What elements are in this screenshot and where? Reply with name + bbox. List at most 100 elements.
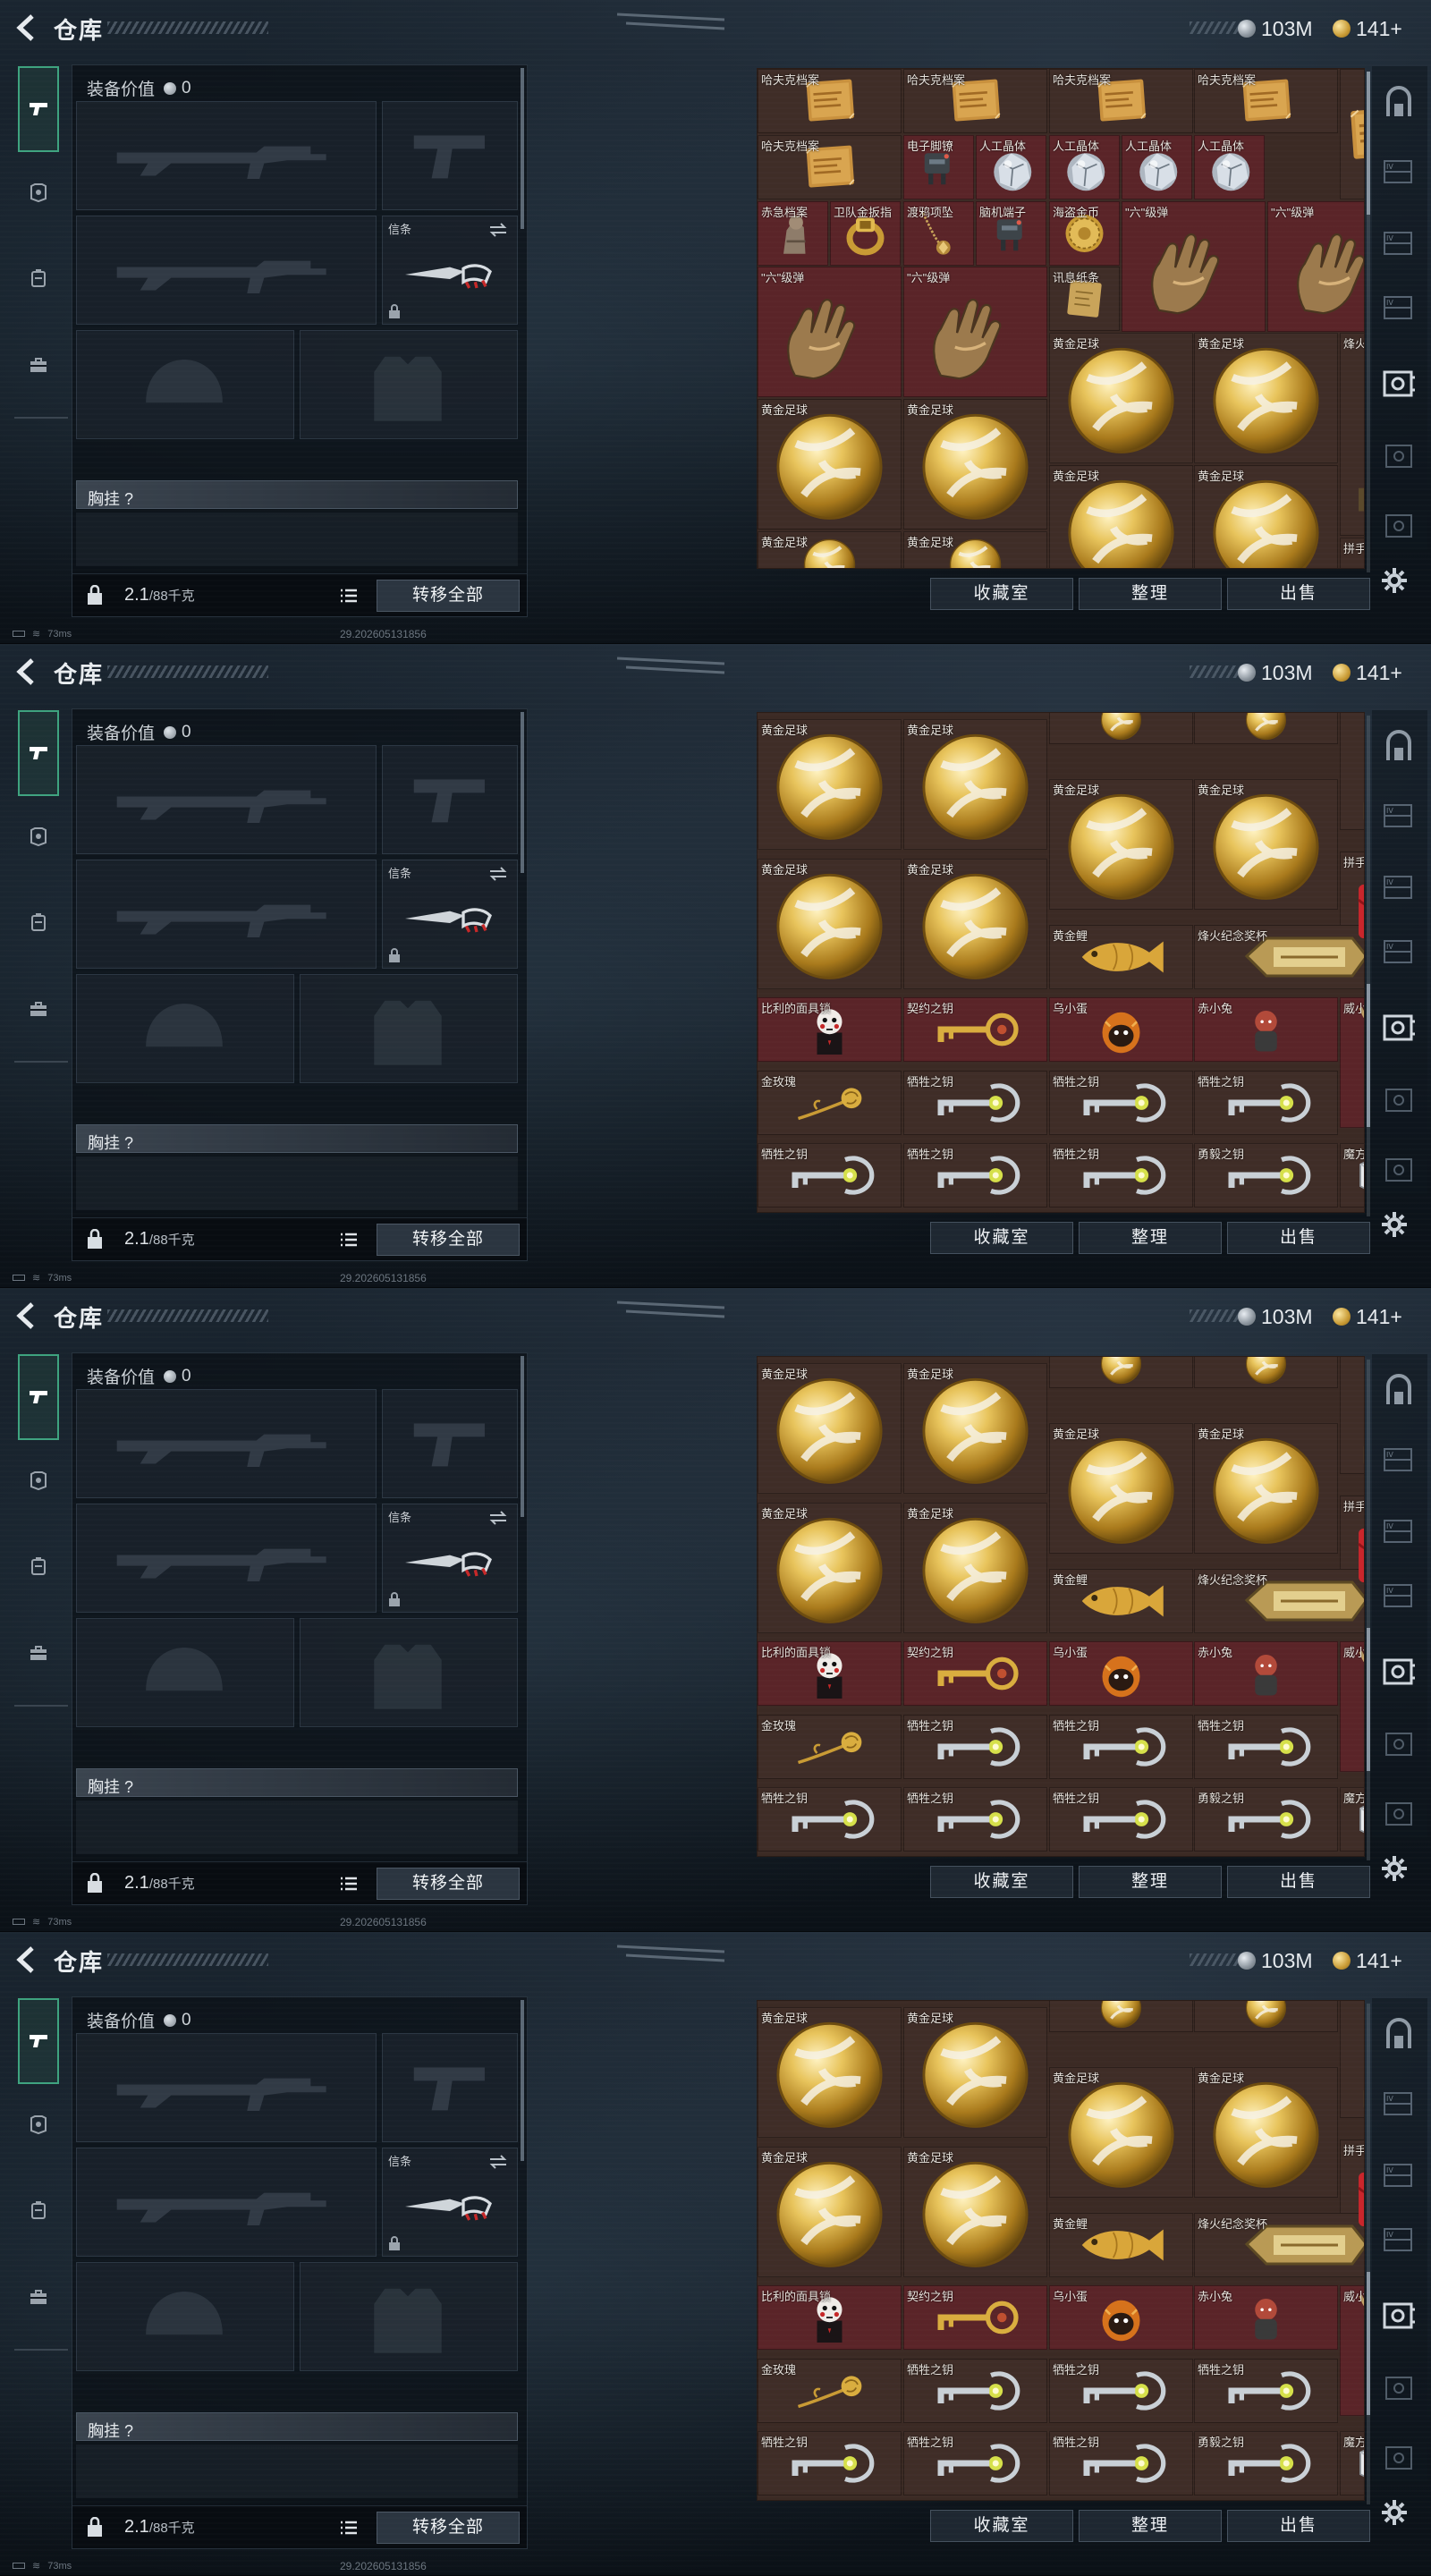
chest-rig-slots[interactable]: [76, 1801, 518, 1854]
warehouse-item[interactable]: 拼手气红包: [1340, 538, 1364, 568]
warehouse-item[interactable]: [1049, 713, 1193, 744]
chest-rig-section[interactable]: 胸挂 ?: [76, 1124, 518, 1153]
warehouse-item[interactable]: 电子脚镣: [903, 135, 974, 199]
warehouse-item[interactable]: 乌小蛋: [1049, 1641, 1193, 1706]
warehouse-item[interactable]: 勇毅之钥: [1194, 1143, 1338, 1208]
warehouse-item[interactable]: 黄金鲤: [1049, 925, 1193, 989]
melee-slot[interactable]: 信条: [382, 216, 518, 325]
warehouse-scrollbar-thumb[interactable]: [1367, 2272, 1370, 2415]
warehouse-item[interactable]: 牺牲之钥: [903, 2359, 1047, 2423]
warehouse-item[interactable]: 牺牲之钥: [903, 2431, 1047, 2496]
silver-currency[interactable]: 103M: [1238, 659, 1313, 686]
warehouse-item[interactable]: 黄金足球: [903, 2007, 1047, 2138]
pistol-tab[interactable]: [18, 66, 59, 152]
pistol-slot[interactable]: [382, 1389, 518, 1498]
warehouse-item[interactable]: [1194, 713, 1338, 744]
warehouse-item[interactable]: 烽火纪念奖杯: [1194, 1569, 1364, 1633]
warehouse-item[interactable]: 金玫瑰: [758, 1715, 902, 1779]
backpack-tab[interactable]: [18, 2191, 59, 2233]
storage-safe-1[interactable]: [1379, 728, 1418, 767]
warehouse-item[interactable]: 渡鸦项坠: [903, 201, 974, 266]
organize-button[interactable]: 整理: [1079, 1222, 1222, 1254]
collection-room-button[interactable]: 收藏室: [930, 578, 1073, 610]
warehouse-item[interactable]: 牺牲之钥: [758, 1143, 902, 1208]
collection-room-button[interactable]: 收藏室: [930, 1866, 1073, 1898]
sell-button[interactable]: 出售: [1227, 1866, 1370, 1898]
primary-weapon-slot[interactable]: [76, 101, 377, 210]
pistol-slot[interactable]: [382, 101, 518, 210]
transfer-all-button[interactable]: 转移全部: [377, 1224, 520, 1256]
warehouse-item[interactable]: [1194, 1357, 1338, 1388]
warehouse-item[interactable]: 卫队金扳指: [830, 201, 901, 266]
silver-currency[interactable]: 103M: [1238, 15, 1313, 42]
warehouse-item[interactable]: 黄金足球: [1049, 465, 1193, 568]
helmet-slot[interactable]: [76, 974, 294, 1083]
equipment-scrollbar[interactable]: [521, 1356, 524, 1517]
warehouse-item[interactable]: 黄金足球: [903, 2147, 1047, 2277]
helmet-slot[interactable]: [76, 330, 294, 439]
warehouse-item[interactable]: 比利的面具锁: [758, 997, 902, 1062]
gold-currency[interactable]: 141+: [1333, 1303, 1402, 1330]
storage-shelf-3[interactable]: IV: [1379, 868, 1418, 907]
armor-tab[interactable]: [18, 818, 59, 859]
warehouse-item[interactable]: 人工晶体: [1122, 135, 1192, 199]
warehouse-item[interactable]: 黄金鲤: [1049, 2213, 1193, 2277]
back-arrow-icon[interactable]: [13, 13, 39, 43]
swap-icon[interactable]: [488, 866, 508, 882]
armor-tab[interactable]: [18, 1462, 59, 1503]
briefcase-tab[interactable]: [18, 347, 59, 388]
warehouse-item[interactable]: 哈夫克档案: [758, 135, 902, 199]
warehouse-item[interactable]: 哈夫克档案: [903, 69, 1047, 133]
warehouse-item[interactable]: 契约之钥: [903, 997, 1047, 1062]
warehouse-item[interactable]: 乌小蛋: [1049, 997, 1193, 1062]
warehouse-scrollbar-thumb[interactable]: [1367, 72, 1370, 215]
warehouse-item[interactable]: 牺牲之钥: [1049, 1787, 1193, 1852]
briefcase-tab[interactable]: [18, 1635, 59, 1676]
warehouse-item[interactable]: 黄金足球: [1194, 465, 1338, 568]
warehouse-item[interactable]: 牺牲之钥: [1049, 2359, 1193, 2423]
pistol-slot[interactable]: [382, 745, 518, 854]
back-arrow-icon[interactable]: [13, 1301, 39, 1331]
armor-slot[interactable]: [300, 2262, 518, 2371]
chest-rig-section[interactable]: 胸挂 ?: [76, 2412, 518, 2441]
gold-currency[interactable]: 141+: [1333, 1947, 1402, 1974]
melee-slot[interactable]: 信条: [382, 1504, 518, 1613]
pistol-tab[interactable]: [18, 1354, 59, 1440]
warehouse-item[interactable]: 黄金足球: [758, 859, 902, 989]
warehouse-item[interactable]: "六"级弹: [758, 267, 902, 397]
armor-slot[interactable]: [300, 330, 518, 439]
chest-rig-slots[interactable]: [76, 2445, 518, 2498]
storage-box-6[interactable]: [1379, 1724, 1418, 1764]
backpack-tab[interactable]: [18, 1547, 59, 1589]
storage-box-7[interactable]: [1379, 506, 1418, 546]
warehouse-item[interactable]: 牺牲之钥: [1194, 2359, 1338, 2423]
warehouse-item[interactable]: 黄金足球: [1194, 779, 1338, 910]
sell-button[interactable]: 出售: [1227, 578, 1370, 610]
storage-box-7[interactable]: [1379, 2438, 1418, 2478]
list-icon[interactable]: [339, 1231, 359, 1249]
warehouse-scrollbar-thumb[interactable]: [1367, 1628, 1370, 1771]
warehouse-item[interactable]: 海盗金币: [1049, 201, 1120, 266]
warehouse-item[interactable]: 比利的面具锁: [758, 2285, 902, 2350]
transfer-all-button[interactable]: 转移全部: [377, 1868, 520, 1900]
organize-button[interactable]: 整理: [1079, 1866, 1222, 1898]
warehouse-item[interactable]: 牺牲之钥: [1194, 1715, 1338, 1779]
settings-gear-icon[interactable]: [1379, 1209, 1410, 1240]
transfer-all-button[interactable]: 转移全部: [377, 580, 520, 612]
warehouse-item[interactable]: 赤急档案: [758, 201, 828, 266]
warehouse-item[interactable]: 勇毅之钥: [1194, 1787, 1338, 1852]
secondary-weapon-slot[interactable]: [76, 1504, 377, 1613]
storage-shelf-4[interactable]: IV: [1379, 932, 1418, 971]
warehouse-item[interactable]: 人工晶体: [1194, 135, 1265, 199]
list-icon[interactable]: [339, 587, 359, 605]
warehouse-item[interactable]: 牺牲之钥: [758, 1787, 902, 1852]
melee-slot[interactable]: 信条: [382, 860, 518, 969]
warehouse-item[interactable]: 黄金足球: [758, 719, 902, 850]
warehouse-item[interactable]: 黄金足球: [1194, 333, 1338, 463]
warehouse-item[interactable]: 黄金足球: [903, 859, 1047, 989]
helmet-slot[interactable]: [76, 2262, 294, 2371]
armor-tab[interactable]: [18, 174, 59, 215]
storage-box-6[interactable]: [1379, 2368, 1418, 2408]
pistol-tab[interactable]: [18, 710, 59, 796]
warehouse-item[interactable]: 人工晶体: [1049, 135, 1120, 199]
